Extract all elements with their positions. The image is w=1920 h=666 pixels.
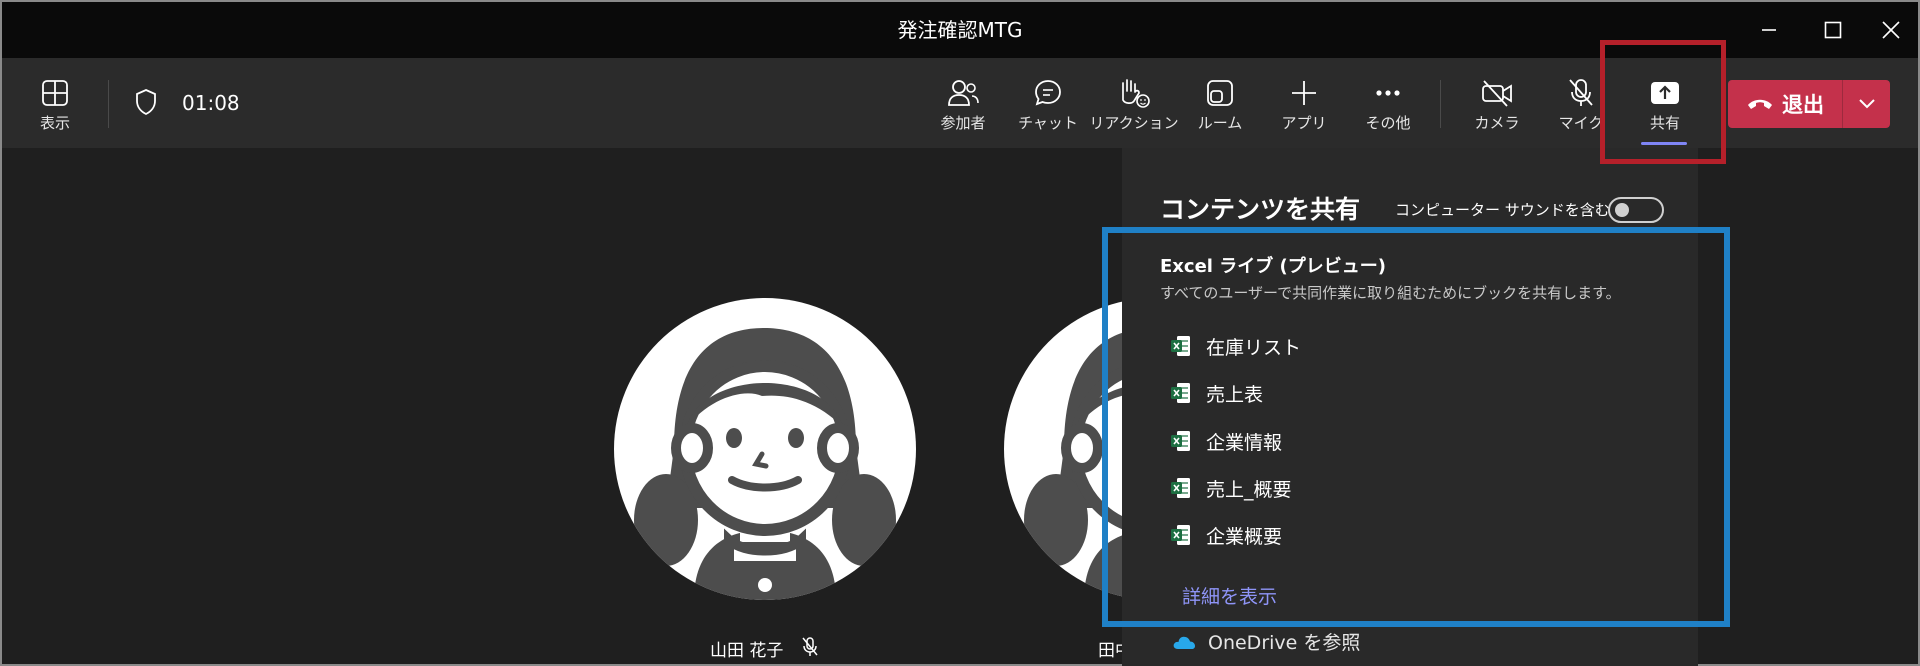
participants-label: 参加者 [940, 114, 986, 132]
participant-name: 山田 花子 [710, 641, 784, 661]
more-button[interactable]: その他 [1352, 58, 1424, 148]
close-button[interactable] [1862, 2, 1920, 58]
more-icon [1376, 90, 1400, 96]
minimize-icon [1762, 29, 1776, 31]
maximize-icon [1824, 21, 1842, 39]
apps-label: アプリ [1281, 114, 1327, 132]
raise-hand-icon [1122, 79, 1150, 108]
hang-up-icon [1748, 99, 1772, 109]
computer-sound-label: コンピューター サウンドを含む [1395, 201, 1610, 219]
meeting-timer: 01:08 [182, 91, 240, 115]
rooms-label: ルーム [1197, 114, 1243, 132]
share-button-highlight [1600, 40, 1726, 164]
mic-muted-icon [800, 636, 820, 662]
minimize-button[interactable] [1740, 2, 1798, 58]
mic-off-icon [1569, 79, 1593, 106]
toggle-knob [1615, 203, 1629, 217]
more-label: その他 [1365, 114, 1411, 132]
maximize-button[interactable] [1804, 2, 1862, 58]
reactions-button[interactable]: リアクション [1089, 58, 1179, 148]
leave-options-button[interactable] [1843, 80, 1890, 128]
leave-label: 退出 [1782, 93, 1824, 117]
rooms-button[interactable]: ルーム [1184, 58, 1256, 148]
participants-button[interactable]: 参加者 [926, 58, 1000, 148]
toolbar-divider [1440, 80, 1441, 128]
panel-title: コンテンツを共有 [1160, 195, 1361, 224]
computer-sound-toggle[interactable] [1608, 197, 1664, 223]
mic-label: マイク [1558, 114, 1604, 132]
onedrive-label: OneDrive を参照 [1208, 632, 1361, 654]
participant-avatar [614, 298, 916, 600]
breakout-rooms-icon [1207, 80, 1233, 106]
camera-label: カメラ [1474, 114, 1520, 132]
chat-label: チャット [1018, 114, 1078, 132]
onedrive-browse-item[interactable]: OneDrive を参照 [1172, 628, 1360, 655]
chevron-down-icon [1858, 99, 1875, 109]
leave-button[interactable]: 退出 [1728, 80, 1890, 128]
shield-icon [134, 88, 158, 120]
reactions-label: リアクション [1089, 114, 1179, 132]
leave-main-button[interactable]: 退出 [1728, 80, 1842, 128]
toolbar-divider [108, 80, 109, 128]
plus-icon [1292, 81, 1316, 105]
chat-button[interactable]: チャット [1010, 58, 1086, 148]
view-button[interactable]: 表示 [28, 58, 82, 148]
excel-live-highlight [1102, 227, 1730, 627]
view-label: 表示 [39, 114, 70, 132]
close-icon [1882, 21, 1900, 39]
grid-view-icon [42, 80, 68, 106]
onedrive-cloud-icon [1173, 636, 1195, 649]
girl-avatar-icon [634, 328, 896, 600]
camera-off-icon [1482, 80, 1512, 107]
people-icon [948, 80, 979, 106]
camera-button[interactable]: カメラ [1460, 58, 1534, 148]
chat-icon [1035, 80, 1061, 106]
apps-button[interactable]: アプリ [1268, 58, 1340, 148]
